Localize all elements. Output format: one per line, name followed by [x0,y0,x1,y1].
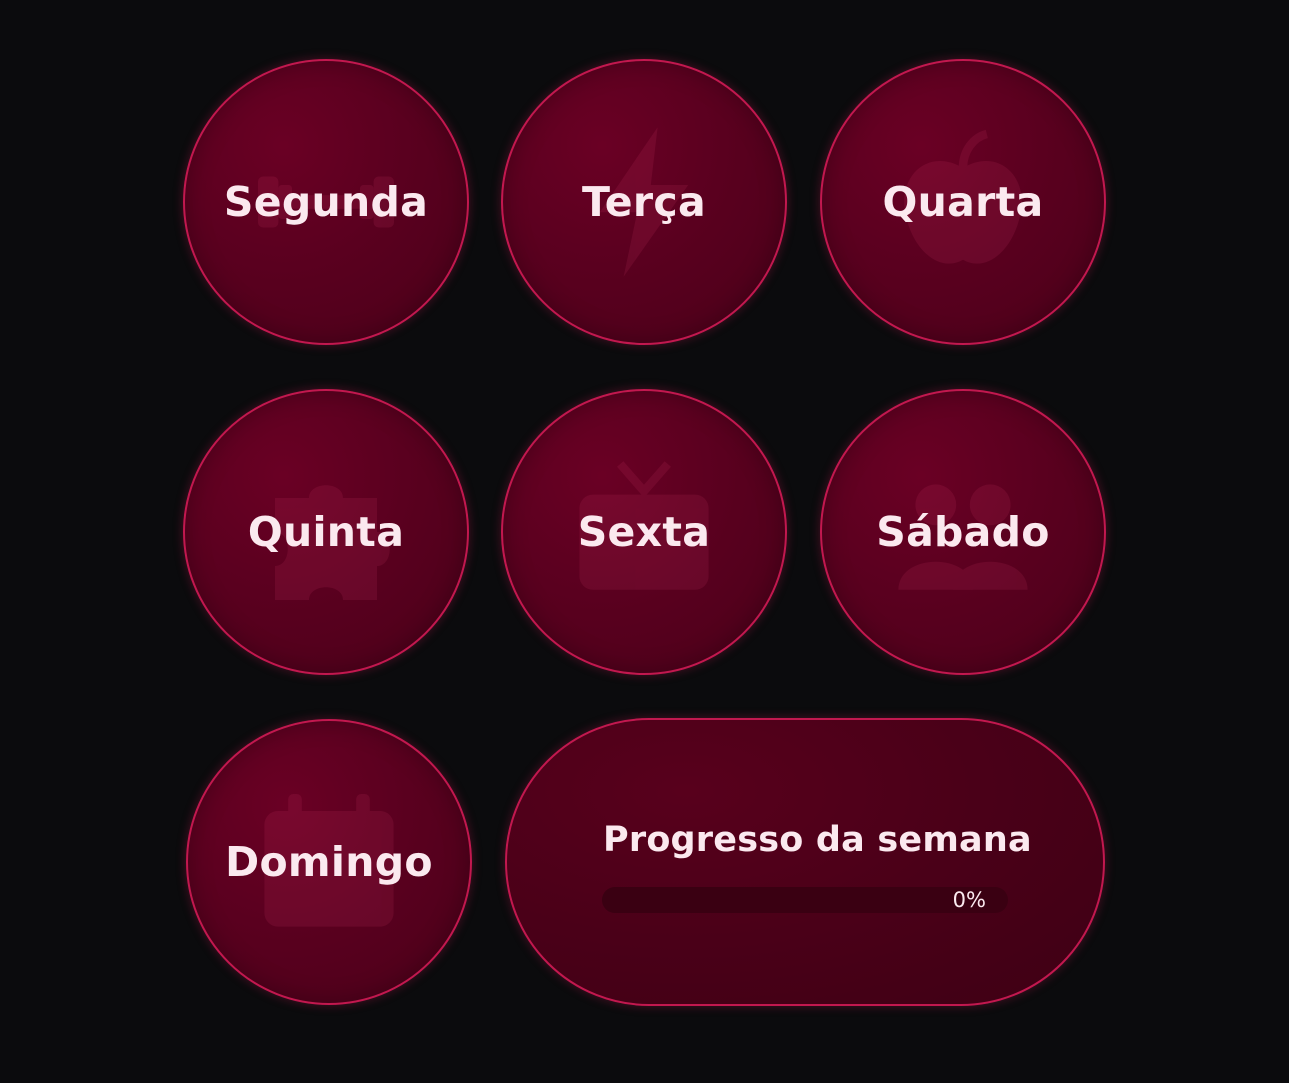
day-label: Domingo [225,838,433,886]
weekly-planner: Segunda Terça Quarta Quinta Sexta Sábado… [0,0,1289,1083]
day-label: Terça [581,178,707,226]
progress-bar: 0% [602,887,1008,913]
day-button-sexta[interactable]: Sexta [501,389,787,675]
day-button-sabado[interactable]: Sábado [820,389,1106,675]
day-button-quarta[interactable]: Quarta [820,59,1106,345]
weekly-progress-card: Progresso da semana 0% [505,718,1105,1006]
day-label: Sábado [876,508,1050,556]
day-button-terca[interactable]: Terça [501,59,787,345]
day-label: Sexta [577,508,711,556]
day-label: Segunda [223,178,429,226]
progress-percent: 0% [952,888,986,912]
day-button-segunda[interactable]: Segunda [183,59,469,345]
day-button-quinta[interactable]: Quinta [183,389,469,675]
day-label: Quarta [882,178,1044,226]
day-label: Quinta [247,508,405,556]
progress-title: Progresso da semana [603,820,1032,860]
day-button-domingo[interactable]: Domingo [186,719,472,1005]
